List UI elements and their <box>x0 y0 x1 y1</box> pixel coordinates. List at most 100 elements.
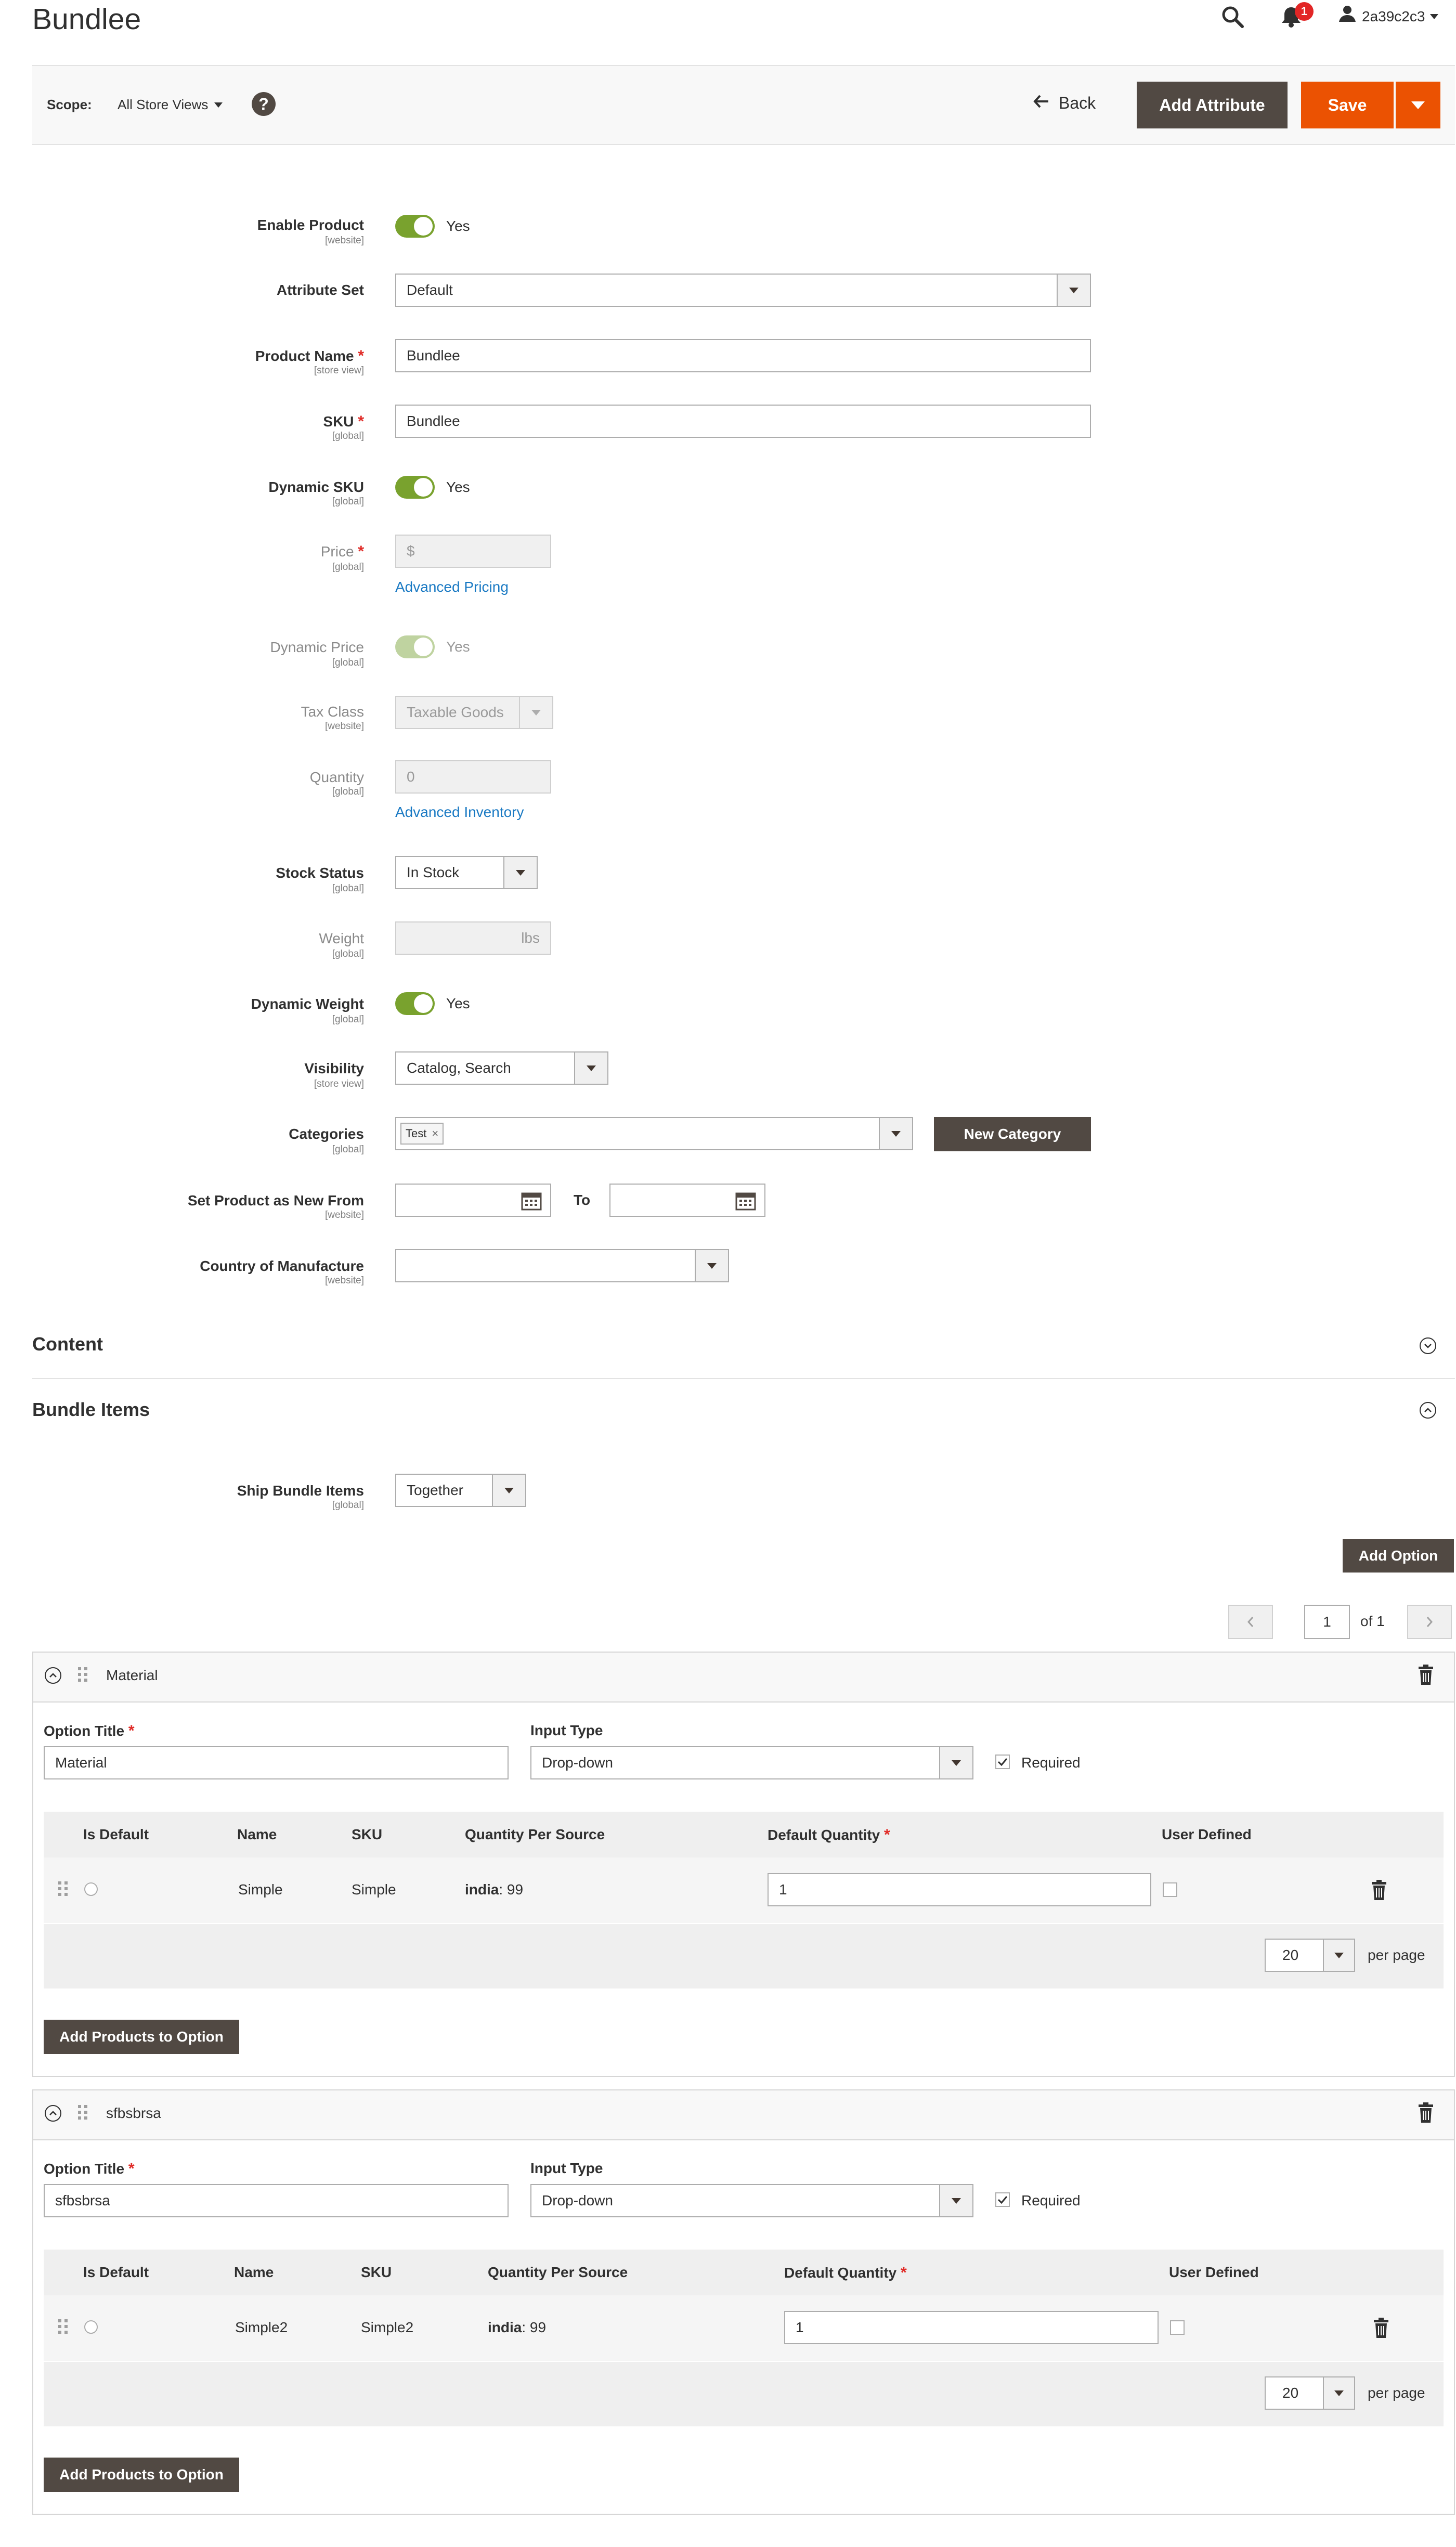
chevron-down-icon <box>1430 14 1439 19</box>
ship-bundle-select[interactable]: Together <box>395 1474 526 1507</box>
help-icon[interactable]: ? <box>252 92 276 116</box>
next-page-button[interactable] <box>1407 1605 1452 1639</box>
new-from-label: Set Product as New From <box>187 1192 364 1208</box>
ship-bundle-value: Together <box>407 1482 463 1498</box>
add-attribute-button[interactable]: Add Attribute <box>1137 82 1288 128</box>
add-products-to-option-button[interactable]: Add Products to Option <box>44 2020 239 2054</box>
new-category-button[interactable]: New Category <box>934 1117 1091 1151</box>
required-label: Required <box>1021 2192 1081 2208</box>
option-title-input[interactable]: sfbsbrsa <box>44 2184 509 2217</box>
prev-page-button[interactable] <box>1228 1605 1273 1639</box>
chevron-up-icon[interactable] <box>45 1667 61 1684</box>
chevron-down-icon <box>1323 2377 1354 2409</box>
per-page-select[interactable]: 20 <box>1265 1939 1355 1972</box>
toggle-value: Yes <box>446 995 470 1011</box>
default-quantity-input[interactable]: 1 <box>768 1873 1151 1906</box>
per-page-label: per page <box>1368 2385 1425 2401</box>
calendar-icon[interactable] <box>521 1191 542 1214</box>
visibility-scope: [store view] <box>314 1078 364 1089</box>
tax-class-scope: [website] <box>325 721 364 732</box>
page-number-input[interactable]: 1 <box>1304 1605 1350 1639</box>
save-options-button[interactable] <box>1396 82 1440 128</box>
weight-label: Weight <box>319 930 364 946</box>
option-header-title: Material <box>106 1667 158 1683</box>
weight-input: lbs <box>395 921 551 955</box>
chevron-down-icon <box>1411 101 1425 109</box>
chevron-down-icon[interactable] <box>1420 1337 1436 1354</box>
content-section-title[interactable]: Content <box>32 1333 103 1355</box>
required-checkbox[interactable] <box>995 1755 1010 1769</box>
dynamic-price-toggle: Yes <box>395 635 470 658</box>
product-name-label: Product Name * <box>255 347 364 365</box>
add-option-button[interactable]: Add Option <box>1343 1539 1454 1573</box>
chevron-up-icon[interactable] <box>45 2105 61 2122</box>
default-quantity-input[interactable]: 1 <box>784 2311 1159 2344</box>
input-type-select[interactable]: Drop-down <box>530 2184 973 2217</box>
bundle-items-section-title[interactable]: Bundle Items <box>32 1399 150 1421</box>
drag-handle-icon[interactable] <box>78 1667 87 1682</box>
drag-handle-icon[interactable] <box>58 2319 68 2334</box>
attribute-set-select[interactable]: Default <box>395 274 1091 307</box>
save-button[interactable]: Save <box>1301 82 1394 128</box>
input-type-select[interactable]: Drop-down <box>530 1746 973 1779</box>
chevron-down-icon <box>695 1250 728 1281</box>
enable-product-toggle[interactable]: Yes <box>395 215 470 238</box>
ship-bundle-label: Ship Bundle Items <box>237 1483 364 1499</box>
back-button[interactable]: Back <box>1033 94 1096 113</box>
required-checkbox[interactable] <box>995 2192 1010 2207</box>
close-icon[interactable]: × <box>432 1127 438 1140</box>
categories-select[interactable]: Test × <box>395 1117 913 1150</box>
chevron-down-icon <box>939 1747 972 1778</box>
scope-switcher[interactable]: All Store Views <box>118 97 223 113</box>
trash-icon[interactable] <box>1373 2317 1389 2342</box>
calendar-icon[interactable] <box>735 1191 756 1214</box>
stock-status-select[interactable]: In Stock <box>395 856 538 889</box>
toggle-switch <box>395 635 435 658</box>
visibility-value: Catalog, Search <box>407 1060 511 1076</box>
scope-value: All Store Views <box>118 97 209 112</box>
advanced-inventory-link[interactable]: Advanced Inventory <box>395 804 524 821</box>
add-products-to-option-button[interactable]: Add Products to Option <box>44 2458 239 2492</box>
price-label: Price * <box>320 543 364 560</box>
scope-label: Scope: <box>47 97 92 112</box>
chevron-down-icon <box>503 857 537 888</box>
required-label: Required <box>1021 1755 1081 1771</box>
is-default-radio[interactable] <box>84 2320 98 2334</box>
option-title-input[interactable]: Material <box>44 1746 509 1779</box>
chevron-down-icon <box>939 2185 972 2216</box>
input-type-label: Input Type <box>530 2160 603 2176</box>
sku-scope: [global] <box>332 431 364 441</box>
dynamic-weight-toggle[interactable]: Yes <box>395 992 470 1015</box>
col-is-default: Is Default <box>83 1826 149 1842</box>
user-menu[interactable]: 2a39c2c3 <box>1338 4 1439 29</box>
trash-icon[interactable] <box>1371 1879 1387 1904</box>
drag-handle-icon[interactable] <box>58 1881 68 1896</box>
user-defined-checkbox[interactable] <box>1170 2320 1185 2335</box>
country-select[interactable] <box>395 1249 729 1282</box>
trash-icon[interactable] <box>1418 1664 1434 1688</box>
dynamic-sku-toggle[interactable]: Yes <box>395 476 470 499</box>
col-name: Name <box>237 1826 277 1842</box>
is-default-radio[interactable] <box>84 1882 98 1896</box>
price-input: $ <box>395 535 551 568</box>
trash-icon[interactable] <box>1418 2102 1434 2126</box>
toggle-value: Yes <box>446 479 470 495</box>
new-from-date-input[interactable] <box>395 1184 551 1217</box>
visibility-select[interactable]: Catalog, Search <box>395 1051 608 1085</box>
enable-product-scope: [website] <box>325 235 364 246</box>
per-page-select[interactable]: 20 <box>1265 2376 1355 2410</box>
search-icon[interactable] <box>1220 4 1245 32</box>
advanced-pricing-link[interactable]: Advanced Pricing <box>395 579 509 595</box>
user-icon <box>1338 4 1357 29</box>
col-name: Name <box>234 2264 274 2280</box>
option-title-label: Option Title * <box>44 2160 135 2177</box>
toggle-switch <box>395 476 435 499</box>
user-defined-checkbox[interactable] <box>1163 1882 1177 1897</box>
drag-handle-icon[interactable] <box>78 2105 87 2120</box>
product-name-input[interactable]: Bundlee <box>395 339 1091 372</box>
sku-input[interactable]: Bundlee <box>395 405 1091 438</box>
chevron-up-icon[interactable] <box>1420 1402 1436 1419</box>
new-to-date-input[interactable] <box>609 1184 765 1217</box>
chevron-down-icon <box>879 1118 912 1149</box>
chevron-down-icon <box>1057 275 1090 306</box>
